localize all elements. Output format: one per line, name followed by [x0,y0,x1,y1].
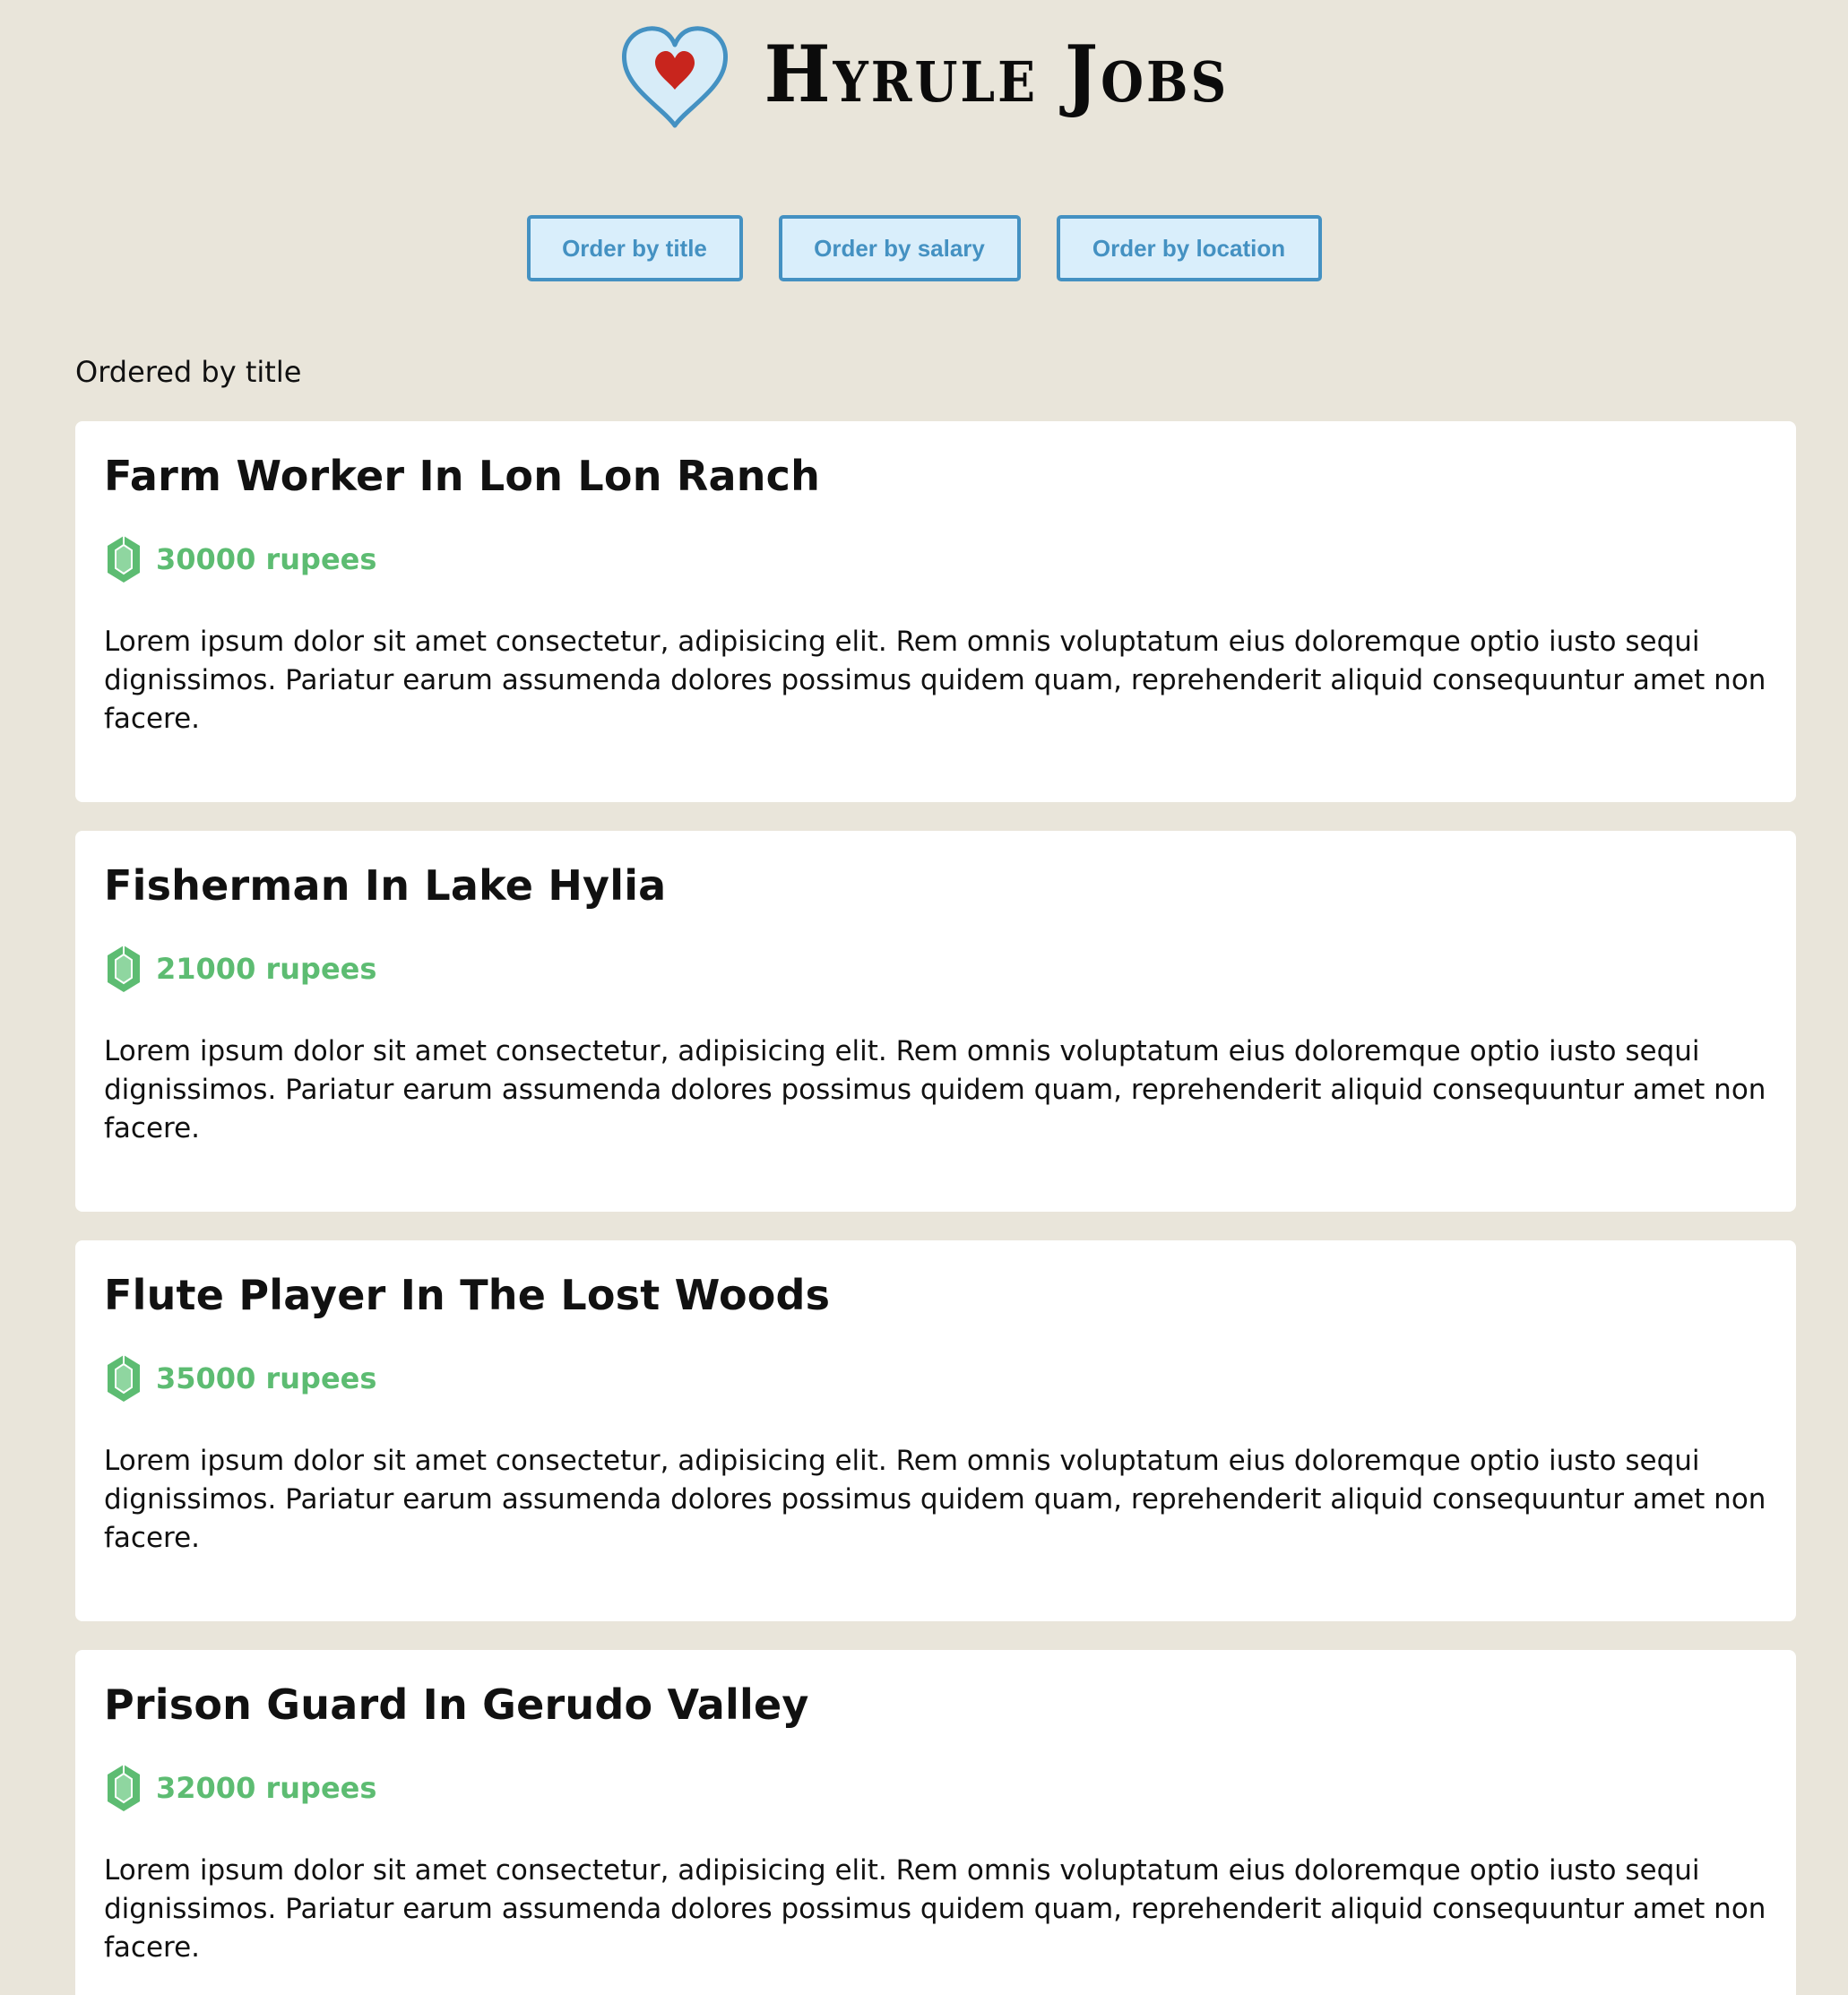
job-card: Prison Guard In Gerudo Valley 32000 rupe… [75,1650,1796,1995]
site-header: Hyrule Jobs [0,13,1848,138]
heart-container-icon [621,26,728,128]
salary-row: 30000 rupees [104,533,1767,585]
salary-text: 30000 rupees [156,542,377,577]
salary-row: 35000 rupees [104,1352,1767,1404]
rupee-icon [108,1765,140,1812]
rupee-icon [108,536,140,583]
salary-text: 32000 rupees [156,1771,377,1806]
job-title: Prison Guard In Gerudo Valley [104,1680,809,1729]
rupee-icon [108,946,140,993]
job-list: Farm Worker In Lon Lon Ranch 30000 rupee… [75,421,1796,1995]
job-description: Lorem ipsum dolor sit amet consectetur, … [104,626,1766,736]
job-title: Farm Worker In Lon Lon Ranch [104,452,821,500]
salary-text: 21000 rupees [156,952,377,987]
rupee-icon [108,1355,140,1403]
job-card: Flute Player In The Lost Woods 35000 rup… [75,1240,1796,1621]
salary-text: 35000 rupees [156,1361,377,1396]
order-toolbar: Order by title Order by salary Order by … [0,215,1848,281]
job-description: Lorem ipsum dolor sit amet consectetur, … [104,1035,1766,1145]
job-description: Lorem ipsum dolor sit amet consectetur, … [104,1854,1766,1965]
salary-row: 21000 rupees [104,943,1767,995]
job-title: Fisherman In Lake Hylia [104,861,667,910]
job-title: Flute Player In The Lost Woods [104,1271,831,1319]
order-by-location-button[interactable]: Order by location [1056,215,1322,281]
job-description: Lorem ipsum dolor sit amet consectetur, … [104,1445,1766,1555]
salary-row: 32000 rupees [104,1762,1767,1814]
ordered-by-label: Ordered by title [75,355,302,389]
job-card: Fisherman In Lake Hylia 21000 rupees Lor… [75,831,1796,1212]
order-by-title-button[interactable]: Order by title [526,215,743,281]
job-card: Farm Worker In Lon Lon Ranch 30000 rupee… [75,421,1796,802]
site-logo-text: Hyrule Jobs [764,29,1230,121]
order-by-salary-button[interactable]: Order by salary [778,215,1021,281]
page: Hyrule Jobs Order by title Order by sala… [0,0,1848,1995]
